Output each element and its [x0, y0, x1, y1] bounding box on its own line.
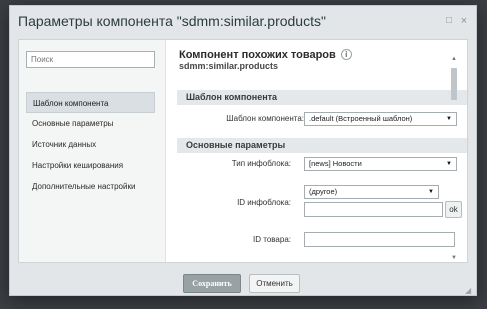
main-panel: Компонент похожих товаров i sdmm:similar.…	[169, 40, 467, 262]
iblock-id-select[interactable]: (другое) ▼	[304, 185, 439, 199]
iblock-type-select[interactable]: [news] Новости ▼	[304, 157, 457, 171]
sidebar-item-template[interactable]: Шаблон компонента	[26, 92, 155, 113]
dialog-titlebar[interactable]: Параметры компонента "sdmm:similar.produ…	[10, 6, 476, 36]
dialog-footer: Сохранить Отменить	[10, 268, 476, 296]
sidebar-item-basic-params[interactable]: Основные параметры	[26, 113, 155, 134]
dialog-title: Параметры компонента "sdmm:similar.produ…	[18, 13, 326, 29]
close-icon[interactable]: ×	[459, 16, 469, 27]
product-id-label: ID товара:	[253, 235, 291, 244]
section-basic-params: Основные параметры	[177, 138, 467, 153]
component-title: Компонент похожих товаров i	[179, 49, 352, 61]
dialog-body: Шаблон компонента Основные параметры Ист…	[18, 39, 468, 263]
expand-icon[interactable]: □	[444, 16, 454, 26]
component-settings-dialog: Параметры компонента "sdmm:similar.produ…	[9, 5, 477, 296]
iblock-type-label: Тип инфоблока:	[231, 159, 291, 168]
sidebar-item-cache-settings[interactable]: Настройки кеширования	[26, 155, 155, 176]
component-code: sdmm:similar.products	[179, 61, 279, 71]
save-button[interactable]: Сохранить	[183, 274, 241, 293]
scroll-up-icon[interactable]: ▲	[451, 56, 457, 62]
scroll-thumb[interactable]	[451, 68, 457, 100]
section-template: Шаблон компонента	[177, 90, 467, 105]
sidebar: Шаблон компонента Основные параметры Ист…	[19, 40, 166, 262]
search-input[interactable]	[26, 51, 155, 68]
iblock-id-label: ID инфоблока:	[237, 198, 291, 207]
chevron-down-icon: ▼	[428, 189, 434, 195]
iblock-id-value: (другое)	[309, 187, 338, 196]
scroll-down-icon[interactable]: ▼	[451, 255, 457, 261]
template-select[interactable]: .default (Встроенный шаблон) ▼	[304, 112, 457, 126]
template-select-value: .default (Встроенный шаблон)	[309, 114, 413, 123]
component-title-text: Компонент похожих товаров	[179, 49, 336, 61]
iblock-type-value: [news] Новости	[309, 159, 362, 168]
sidebar-item-additional-settings[interactable]: Дополнительные настройки	[26, 176, 155, 197]
template-label: Шаблон компонента:	[226, 114, 304, 123]
info-icon[interactable]: i	[340, 49, 352, 60]
product-id-input[interactable]	[304, 232, 455, 247]
iblock-id-input[interactable]	[304, 202, 443, 217]
sidebar-items: Шаблон компонента Основные параметры Ист…	[26, 92, 155, 197]
resize-grip-icon[interactable]: ◢	[465, 286, 471, 295]
scrollbar[interactable]: ▲ ▼	[449, 56, 459, 268]
sidebar-item-data-source[interactable]: Источник данных	[26, 134, 155, 155]
cancel-button[interactable]: Отменить	[249, 274, 300, 293]
